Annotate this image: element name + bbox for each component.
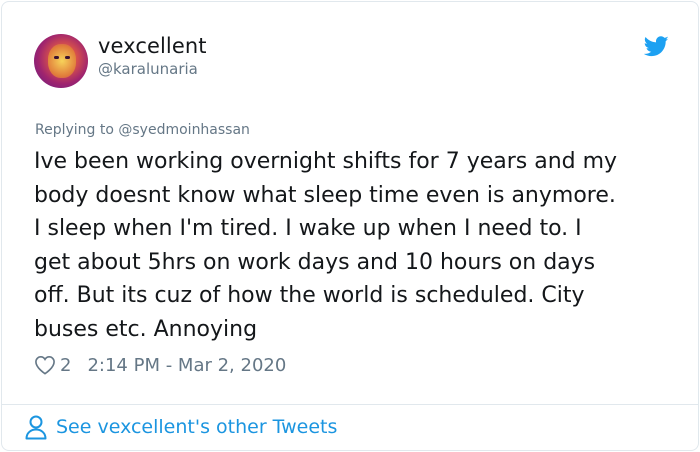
author-handle[interactable]: @karalunaria [98,60,198,78]
avatar-face [48,44,76,78]
avatar-eye-left [54,56,59,59]
see-other-tweets-link[interactable]: See vexcellent's other Tweets [24,414,337,440]
tweet-card: vexcellent @karalunaria Replying to @sye… [1,1,699,451]
avatar[interactable] [34,34,88,88]
replying-to: Replying to @syedmoinhassan [35,122,250,138]
avatar-eye-right [65,56,70,59]
footer-divider [2,404,698,405]
replying-mention-link[interactable]: @syedmoinhassan [118,122,250,138]
tweet-timestamp[interactable]: 2:14 PM - Mar 2, 2020 [87,355,286,376]
author-display-name[interactable]: vexcellent [98,34,207,58]
tweet-text: Ive been working overnight shifts for 7 … [34,149,618,342]
see-other-tweets-label: See vexcellent's other Tweets [56,416,338,438]
person-outline-icon [25,415,47,440]
heart-outline-icon[interactable] [34,355,56,375]
replying-prefix: Replying to [35,122,119,138]
like-count[interactable]: 2 [60,355,71,376]
twitter-bird-icon[interactable] [644,36,669,57]
tweet-meta: 2 2:14 PM - Mar 2, 2020 [34,352,286,378]
